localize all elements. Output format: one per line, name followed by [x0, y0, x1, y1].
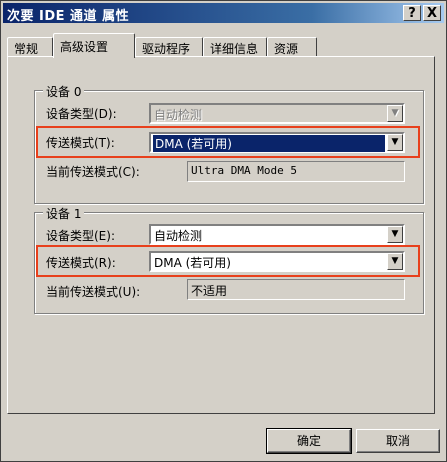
window-title: 次要 IDE 通道 属性: [7, 9, 130, 24]
device0-current-value: Ultra DMA Mode 5: [191, 164, 297, 177]
device0-group-label: 设备 0: [43, 83, 85, 100]
tab-resources[interactable]: 资源: [267, 37, 317, 57]
device1-type-value: 自动检测: [154, 229, 203, 243]
device1-current-label: 当前传送模式(U):: [46, 285, 141, 299]
tab-details[interactable]: 详细信息: [203, 37, 267, 57]
properties-dialog: 次要 IDE 通道 属性 ? X 常规 高级设置 驱动程序 详细信息 资源 设备…: [0, 0, 447, 462]
device1-type-label: 设备类型(E):: [46, 229, 115, 243]
chevron-down-icon[interactable]: ▼: [387, 134, 403, 151]
device1-mode-label: 传送模式(R):: [46, 256, 116, 270]
device0-type-value: 自动检测: [154, 108, 203, 122]
advanced-panel: 设备 0 设备类型(D): 自动检测 ▼ 传送模式(T): DMA (若可用) …: [7, 56, 435, 414]
device1-group-label: 设备 1: [43, 205, 85, 222]
chevron-down-icon: ▼: [387, 105, 403, 122]
cancel-button[interactable]: 取消: [356, 429, 440, 453]
tab-general[interactable]: 常规: [7, 37, 53, 57]
device1-current-value: 不适用: [191, 284, 228, 298]
title-bar: 次要 IDE 通道 属性 ? X: [3, 3, 444, 24]
chevron-down-icon[interactable]: ▼: [387, 226, 403, 243]
device1-current-field: 不适用: [187, 279, 405, 300]
device0-current-field: Ultra DMA Mode 5: [187, 161, 405, 182]
tab-advanced[interactable]: 高级设置: [53, 33, 135, 58]
device0-type-label: 设备类型(D):: [46, 107, 117, 121]
device1-mode-value: DMA (若可用): [154, 256, 231, 270]
device1-type-select[interactable]: 自动检测 ▼: [149, 224, 405, 245]
device0-mode-value: DMA (若可用): [153, 135, 385, 152]
help-button[interactable]: ?: [403, 5, 421, 21]
device0-current-label: 当前传送模式(C):: [46, 165, 140, 179]
device0-mode-select[interactable]: DMA (若可用) ▼: [149, 132, 405, 153]
ok-button[interactable]: 确定: [266, 428, 352, 454]
tab-driver[interactable]: 驱动程序: [135, 37, 203, 57]
close-button[interactable]: X: [423, 5, 441, 21]
device1-mode-select[interactable]: DMA (若可用) ▼: [149, 251, 405, 272]
chevron-down-icon[interactable]: ▼: [387, 253, 403, 270]
device0-mode-label: 传送模式(T):: [46, 136, 115, 150]
device0-type-select: 自动检测 ▼: [149, 103, 405, 124]
